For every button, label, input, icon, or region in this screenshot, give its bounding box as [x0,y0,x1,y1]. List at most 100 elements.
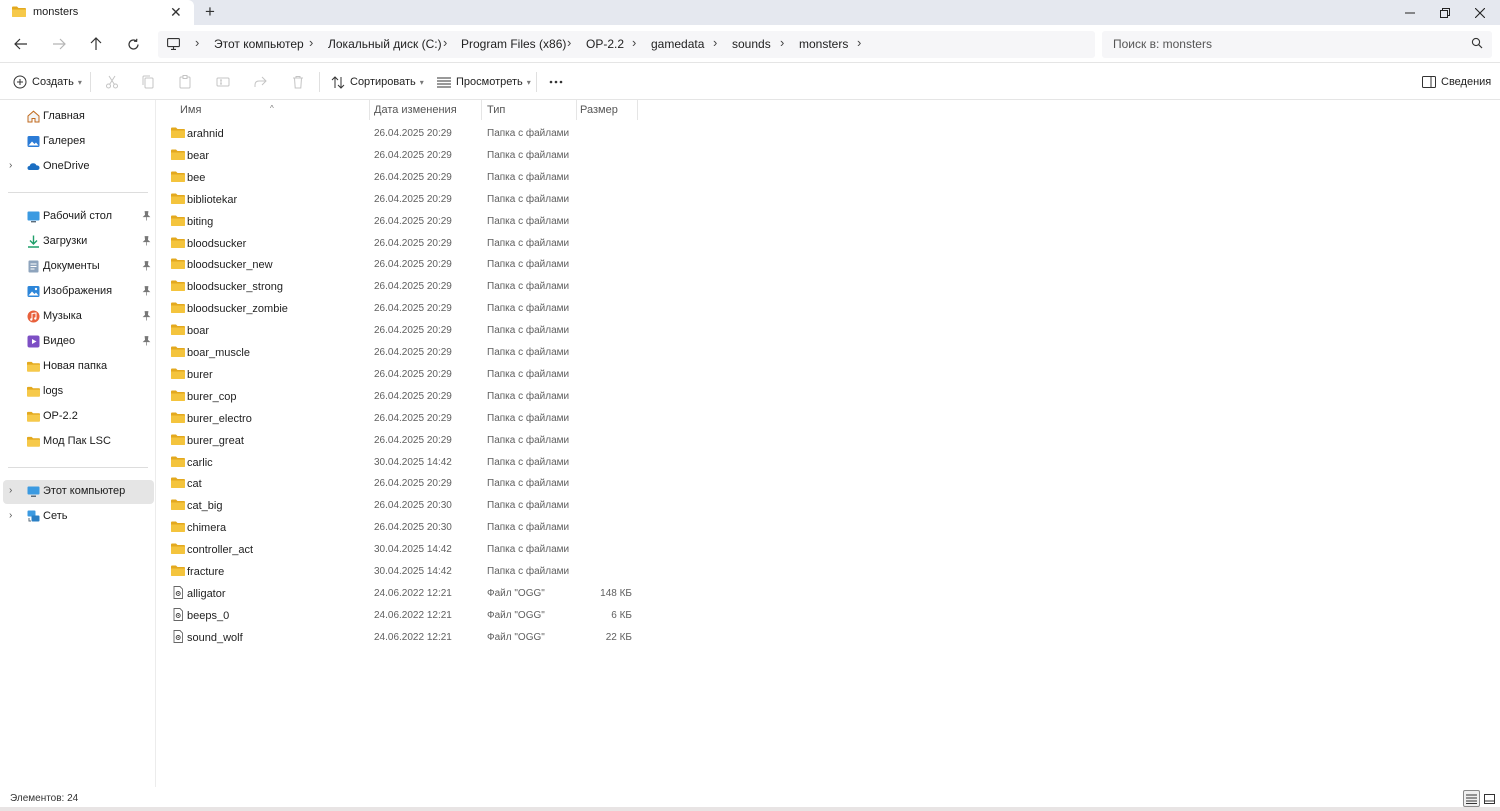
file-type: Папка с файлами [487,325,570,337]
column-divider[interactable] [637,100,638,120]
breadcrumb-this-pc[interactable]: Этот компьютер [214,37,304,51]
delete-icon[interactable] [290,74,306,90]
sort-label: Сортировать [350,76,416,88]
file-row[interactable]: arahnid 26.04.2025 20:29 Папка с файлами [157,123,637,144]
sidebar-item-gallery[interactable]: Галерея [0,130,154,154]
breadcrumb-program-files[interactable]: Program Files (x86) [461,37,566,51]
file-row[interactable]: burer 26.04.2025 20:29 Папка с файлами [157,364,637,385]
sidebar-item-downloads[interactable]: Загрузки [0,230,154,254]
tiles-view-button[interactable] [1481,790,1498,807]
pictures-icon [27,286,40,297]
pin-icon[interactable] [142,286,151,296]
maximize-button[interactable] [1427,0,1463,25]
cut-icon[interactable] [104,74,120,90]
search-icon [1471,37,1483,49]
new-tab-button[interactable]: + [205,3,215,21]
paste-icon[interactable] [177,74,193,90]
file-row[interactable]: biting 26.04.2025 20:29 Папка с файлами [157,211,637,232]
breadcrumb-gamedata[interactable]: gamedata [651,37,704,51]
file-date: 26.04.2025 20:29 [374,259,452,271]
file-row[interactable]: bibliotekar 26.04.2025 20:29 Папка с файла… [157,189,637,210]
forward-button[interactable] [48,34,70,54]
folder-icon [171,215,185,226]
file-row[interactable]: bee 26.04.2025 20:29 Папка с файлами [157,167,637,188]
breadcrumb-monsters[interactable]: monsters [799,37,848,51]
address-bar[interactable]: › Этот компьютер › Локальный диск (C:) ›… [158,31,1095,58]
file-row[interactable]: carlic 30.04.2025 14:42 Папка с файлами [157,452,637,473]
file-row[interactable]: boar 26.04.2025 20:29 Папка с файлами [157,320,637,341]
file-row[interactable]: alligator 24.06.2022 12:21 Файл "OGG" 148 К… [157,583,637,604]
sidebar-item-music[interactable]: Музыка [0,305,154,329]
sidebar-item-new-folder[interactable]: Новая папка [0,355,154,379]
computer-icon [167,38,180,50]
file-row[interactable]: bear 26.04.2025 20:29 Папка с файлами [157,145,637,166]
view-button[interactable]: Просмотреть ▾ [437,73,531,91]
sidebar-item-logs[interactable]: logs [0,380,154,404]
close-window-button[interactable] [1462,0,1498,25]
file-type: Папка с файлами [487,434,570,446]
back-button[interactable] [10,34,32,54]
sidebar-item-onedrive[interactable]: › OneDrive [0,155,154,179]
file-row[interactable]: burer_cop 26.04.2025 20:29 Папка с файлами [157,386,637,407]
plus-circle-icon [13,75,27,89]
file-row[interactable]: cat 26.04.2025 20:29 Папка с файлами [157,473,637,494]
breadcrumb-local-disk[interactable]: Локальный диск (C:) [328,37,442,51]
file-row[interactable]: controller_act 30.04.2025 14:42 Папка с фа… [157,539,637,560]
tab-close-icon[interactable]: ✕ [170,4,182,20]
file-row[interactable]: burer_great 26.04.2025 20:29 Папка с файла… [157,430,637,451]
rename-icon[interactable] [215,74,231,90]
sidebar-item-label: Изображения [43,285,113,297]
file-row[interactable]: bloodsucker_new 26.04.2025 20:29 Папка с ф… [157,254,637,275]
folder-icon [171,302,185,314]
sort-button[interactable]: Сортировать ▾ [331,73,424,91]
minimize-button[interactable] [1392,0,1428,25]
file-row[interactable]: chimera 26.04.2025 20:30 Папка с файлами [157,517,637,538]
file-row[interactable]: bloodsucker 26.04.2025 20:29 Папка с файла… [157,233,637,254]
breadcrumb-sounds[interactable]: sounds [732,37,771,51]
file-row[interactable]: sound_wolf 24.06.2022 12:21 Файл "OGG" 22 К… [157,627,637,648]
file-row[interactable]: bloodsucker_strong 26.04.2025 20:29 Папка … [157,276,637,297]
search-input[interactable]: Поиск в: monsters [1102,31,1492,58]
column-header-type[interactable]: Тип [482,100,576,120]
file-row[interactable]: beeps_0 24.06.2022 12:21 Файл "OGG" 6 КБ [157,605,637,626]
sidebar-item-this-pc[interactable]: › Этот компьютер [3,480,154,504]
breadcrumb-separator: › [713,35,718,50]
folder-icon [12,6,26,17]
pin-icon[interactable] [142,236,151,246]
breadcrumb-op[interactable]: OP-2.2 [586,37,624,51]
sidebar-item-op[interactable]: OP-2.2 [0,405,154,429]
folder-icon [171,258,185,270]
copy-icon[interactable] [140,74,156,90]
share-icon[interactable] [252,74,268,90]
sidebar-item-documents[interactable]: Документы [0,255,154,279]
more-options-button[interactable] [549,73,568,91]
file-row[interactable]: cat_big 26.04.2025 20:30 Папка с файлами [157,495,637,516]
sidebar-item-video[interactable]: Видео [0,330,154,354]
pin-icon[interactable] [142,211,151,221]
details-view-button[interactable] [1463,790,1480,807]
up-button[interactable] [85,34,107,54]
downloads-icon [28,235,39,248]
file-size: 148 КБ [600,587,632,599]
sidebar-item-pictures[interactable]: Изображения [0,280,154,304]
sidebar-item-mod-pack[interactable]: Мод Пак LSC [0,430,154,454]
file-row[interactable]: burer_electro 26.04.2025 20:29 Папка с фай… [157,408,637,429]
sidebar-item-network[interactable]: › Сеть [0,505,154,529]
column-header-date[interactable]: Дата изменения [370,100,481,120]
file-row[interactable]: fracture 30.04.2025 14:42 Папка с файлами [157,561,637,582]
create-button[interactable]: Создать ▾ [13,73,82,91]
file-row[interactable]: boar_muscle 26.04.2025 20:29 Папка с файла… [157,342,637,363]
refresh-button[interactable] [122,34,144,54]
pin-icon[interactable] [142,311,151,321]
tab-monsters[interactable]: monsters ✕ [0,0,194,25]
pin-icon[interactable] [142,261,151,271]
file-name: chimera [187,522,227,535]
sidebar-item-desktop[interactable]: Рабочий стол [0,205,154,229]
pin-icon[interactable] [142,336,151,346]
sidebar-item-home[interactable]: Главная [0,105,154,129]
column-header-size[interactable]: Размер [577,100,637,120]
arrow-up-icon [90,37,102,50]
details-pane-button[interactable]: Сведения [1422,73,1491,91]
column-header-name[interactable]: Имя ^ [157,100,369,120]
file-row[interactable]: bloodsucker_zombie 26.04.2025 20:29 Папка … [157,298,637,319]
